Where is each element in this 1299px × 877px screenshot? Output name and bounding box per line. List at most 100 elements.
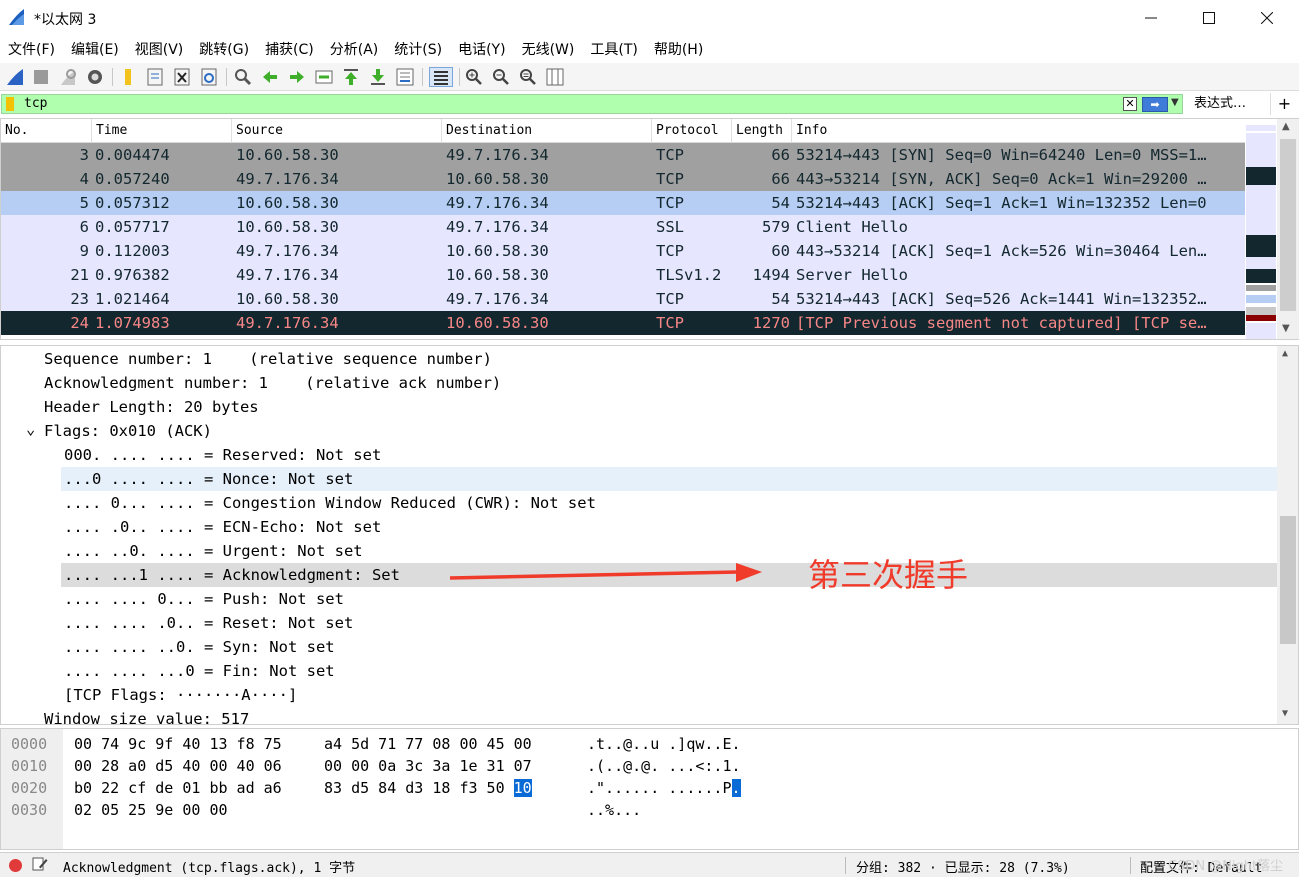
packet-row[interactable]: 21 0.976382 49.7.176.34 10.60.58.30 TLSv1.2 1… <box>1 263 1245 287</box>
detail-row[interactable]: .... .... .0.. = Reset: Not set <box>1 611 1277 635</box>
find-packet-icon[interactable] <box>233 67 253 87</box>
colorize-icon[interactable] <box>429 67 453 87</box>
hex-bytes[interactable]: a4 5d 71 77 08 00 45 00 <box>324 733 532 755</box>
hex-bytes[interactable]: b0 22 cf de 01 bb ad a6 <box>74 777 282 799</box>
packet-row[interactable]: 6 0.057717 10.60.58.30 49.7.176.34 SSL 579 Cli… <box>1 215 1245 239</box>
column-header-no[interactable]: No. <box>1 119 92 143</box>
packet-row[interactable]: 4 0.057240 49.7.176.34 10.60.58.30 TCP 66 443→… <box>1 167 1245 191</box>
scroll-thumb[interactable] <box>1280 139 1296 311</box>
column-header-source[interactable]: Source <box>232 119 442 143</box>
column-header-length[interactable]: Length <box>732 119 792 143</box>
menu-edit[interactable]: 编辑(E) <box>63 38 127 62</box>
detail-row[interactable]: Acknowledgment number: 1 (relative ack n… <box>1 371 1277 395</box>
detail-row[interactable]: ⌄ Flags: 0x010 (ACK) <box>1 419 1277 443</box>
menu-go[interactable]: 跳转(G) <box>191 38 257 62</box>
hex-bytes[interactable]: 83 d5 84 d3 18 f3 50 10 <box>324 777 532 799</box>
ascii-bytes[interactable]: .t..@..u .]qw..E. <box>587 733 741 755</box>
scroll-up-icon[interactable]: ▲ <box>1282 121 1290 132</box>
highlighted-byte[interactable]: 10 <box>513 779 532 797</box>
display-filter-input[interactable]: tcp ✕ ➡ ▼ <box>1 94 1183 114</box>
hex-bytes[interactable]: 00 74 9c 9f 40 13 f8 75 <box>74 733 282 755</box>
highlighted-ascii[interactable]: . <box>731 779 741 797</box>
capture-options-icon[interactable] <box>85 67 105 87</box>
go-first-icon[interactable] <box>341 67 361 87</box>
stop-capture-icon[interactable] <box>31 67 51 87</box>
ascii-bytes[interactable]: .(..@.@. ...<:.1. <box>587 755 741 777</box>
open-file-icon[interactable] <box>119 67 139 87</box>
packet-list-scrollbar[interactable]: ▲ ▼ <box>1277 119 1299 339</box>
tree-expand-chevron-icon[interactable]: ⌄ <box>26 417 35 441</box>
menu-view[interactable]: 视图(V) <box>127 38 192 62</box>
packet-row[interactable]: 24 1.074983 49.7.176.34 10.60.58.30 TCP 1270 [… <box>1 311 1245 335</box>
go-forward-icon[interactable] <box>287 67 307 87</box>
menu-tools[interactable]: 工具(T) <box>582 38 645 62</box>
expression-button[interactable]: 表达式… <box>1186 93 1246 115</box>
column-header-destination[interactable]: Destination <box>442 119 652 143</box>
detail-row[interactable]: Window size value: 517 <box>1 707 1277 724</box>
scroll-down-icon[interactable]: ▼ <box>1282 323 1290 334</box>
detail-row[interactable]: Header Length: 20 bytes <box>1 395 1277 419</box>
packet-minimap[interactable] <box>1246 119 1276 339</box>
column-header-time[interactable]: Time <box>92 119 232 143</box>
byte-offset[interactable]: 0000 <box>11 733 47 755</box>
byte-offset[interactable]: 0010 <box>11 755 47 777</box>
start-capture-icon[interactable] <box>5 67 25 87</box>
detail-row[interactable]: .... .... ..0. = Syn: Not set <box>1 635 1277 659</box>
filter-history-chevron-icon[interactable]: ▼ <box>1171 97 1179 108</box>
zoom-out-icon[interactable] <box>491 67 511 87</box>
autoscroll-icon[interactable] <box>395 67 415 87</box>
detail-row[interactable]: .... .0.. .... = ECN-Echo: Not set <box>1 515 1277 539</box>
menu-telephony[interactable]: 电话(Y) <box>450 38 513 62</box>
go-last-icon[interactable] <box>368 67 388 87</box>
go-to-packet-icon[interactable] <box>314 67 334 87</box>
column-header-protocol[interactable]: Protocol <box>652 119 732 143</box>
expert-info-icon[interactable] <box>9 859 22 872</box>
detail-row[interactable]: 000. .... .... = Reserved: Not set <box>1 443 1277 467</box>
restart-capture-icon[interactable] <box>58 67 78 87</box>
menu-wireless[interactable]: 无线(W) <box>514 38 583 62</box>
clear-filter-icon[interactable]: ✕ <box>1123 97 1137 111</box>
packet-row[interactable]: 3 0.004474 10.60.58.30 49.7.176.34 TCP 66 5321… <box>1 143 1245 167</box>
ascii-bytes[interactable]: ."...... ......P. <box>587 777 741 799</box>
byte-offset[interactable]: 0020 <box>11 777 47 799</box>
filter-text[interactable]: tcp <box>24 96 47 111</box>
capture-comment-icon[interactable] <box>32 856 48 872</box>
resize-columns-icon[interactable] <box>545 67 565 87</box>
close-file-icon[interactable] <box>172 67 192 87</box>
menu-analyze[interactable]: 分析(A) <box>322 38 387 62</box>
zoom-in-icon[interactable] <box>464 67 484 87</box>
go-back-icon[interactable] <box>260 67 280 87</box>
maximize-button[interactable] <box>1180 0 1238 36</box>
add-filter-button[interactable]: + <box>1270 93 1298 115</box>
menu-file[interactable]: 文件(F) <box>0 38 63 62</box>
menu-capture[interactable]: 捕获(C) <box>257 38 322 62</box>
filter-bookmark-icon[interactable] <box>6 97 14 111</box>
detail-row[interactable]: .... 0... .... = Congestion Window Reduc… <box>1 491 1277 515</box>
close-button[interactable] <box>1238 0 1296 36</box>
ascii-bytes[interactable]: ..%... <box>587 799 641 821</box>
detail-row[interactable]: .... .... ...0 = Fin: Not set <box>1 659 1277 683</box>
reload-file-icon[interactable] <box>199 67 219 87</box>
detail-row[interactable]: [TCP Flags: ·······A····] <box>1 683 1277 707</box>
hex-bytes[interactable]: 02 05 25 9e 00 00 <box>74 799 228 821</box>
column-header-info[interactable]: Info <box>792 119 1245 143</box>
hex-bytes[interactable]: 00 28 a0 d5 40 00 40 06 <box>74 755 282 777</box>
scroll-up-icon[interactable]: ▲ <box>1282 348 1288 359</box>
save-file-icon[interactable] <box>145 67 165 87</box>
detail-row[interactable]: .... .... 0... = Push: Not set <box>1 587 1277 611</box>
apply-filter-icon[interactable]: ➡ <box>1142 97 1168 112</box>
menu-statistics[interactable]: 统计(S) <box>386 38 450 62</box>
byte-offset[interactable]: 0030 <box>11 799 47 821</box>
scroll-thumb[interactable] <box>1280 516 1296 644</box>
scroll-down-icon[interactable]: ▼ <box>1282 708 1288 719</box>
minimize-button[interactable] <box>1122 0 1180 36</box>
detail-row[interactable]: ...0 .... .... = Nonce: Not set <box>61 467 1277 491</box>
hex-bytes[interactable]: 00 00 0a 3c 3a 1e 31 07 <box>324 755 532 777</box>
packet-row[interactable]: 23 1.021464 10.60.58.30 49.7.176.34 TCP 54 532… <box>1 287 1245 311</box>
details-scrollbar[interactable]: ▲ ▼ <box>1277 346 1298 724</box>
packet-row[interactable]: 5 0.057312 10.60.58.30 49.7.176.34 TCP 54 5321… <box>1 191 1245 215</box>
detail-row[interactable]: Sequence number: 1 (relative sequence nu… <box>1 347 1277 371</box>
menu-help[interactable]: 帮助(H) <box>646 38 711 62</box>
zoom-normal-icon[interactable] <box>518 67 538 87</box>
packet-row[interactable]: 9 0.112003 49.7.176.34 10.60.58.30 TCP 60 443→… <box>1 239 1245 263</box>
